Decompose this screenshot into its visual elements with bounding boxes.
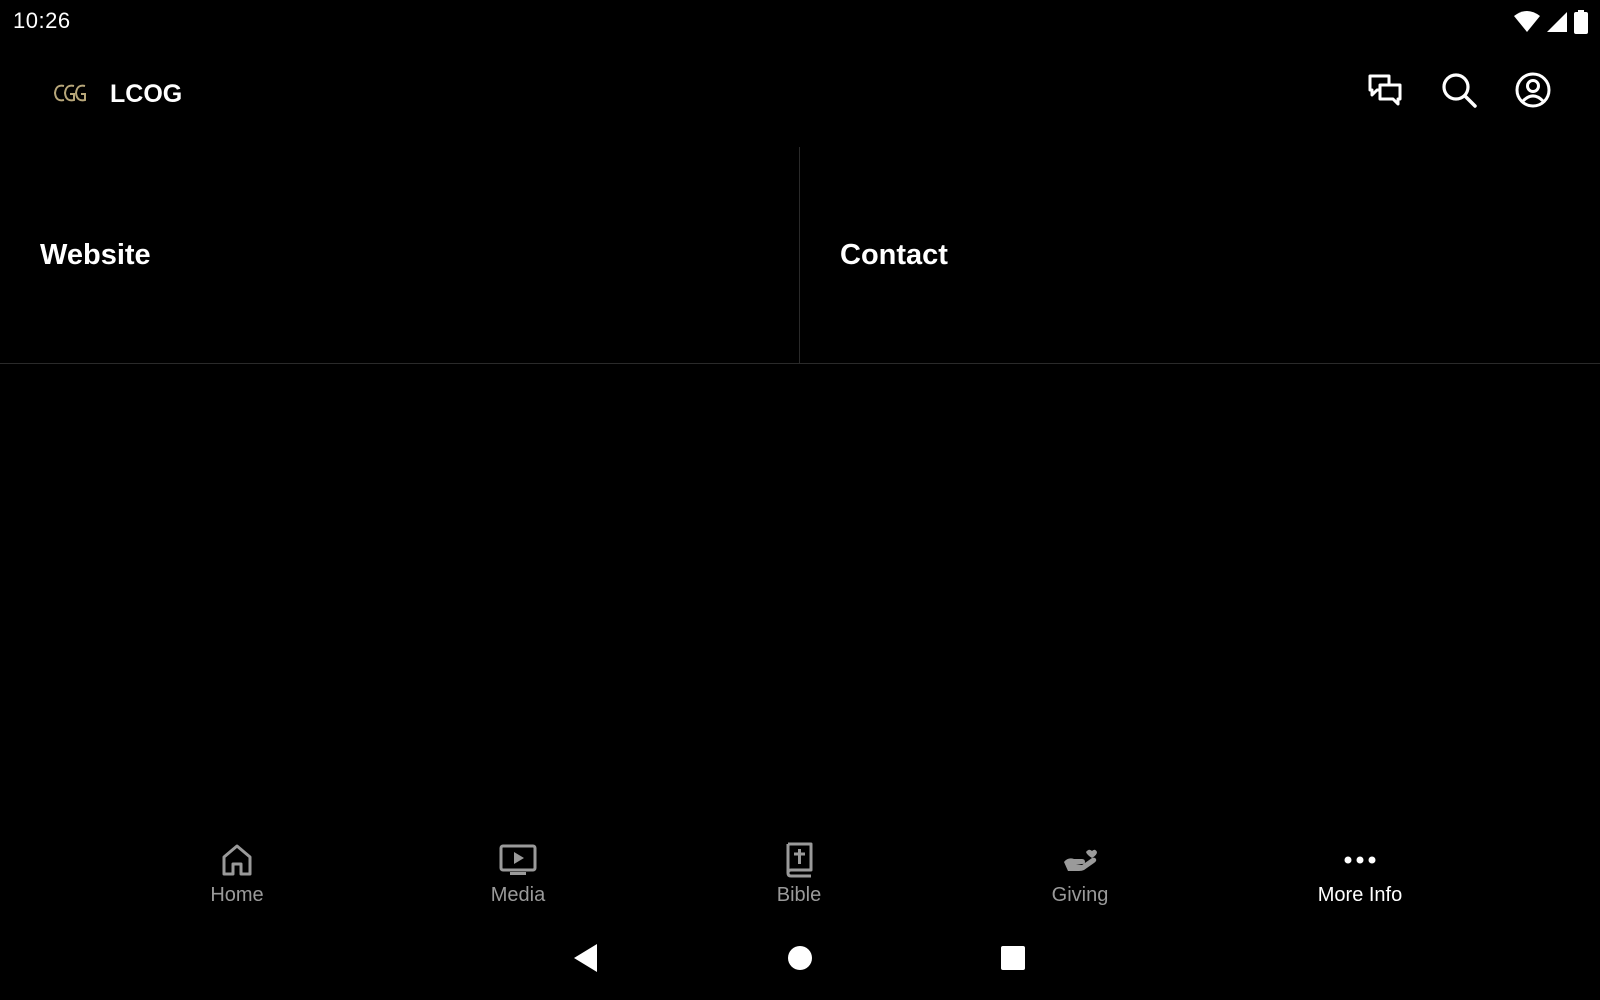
nav-label: Home bbox=[210, 884, 264, 906]
app-bar: LCOG bbox=[0, 60, 1600, 126]
battery-icon bbox=[1574, 10, 1588, 34]
home-icon bbox=[217, 840, 257, 880]
nav-item-more-info[interactable]: More Info bbox=[1280, 840, 1440, 916]
nav-item-media[interactable]: Media bbox=[438, 840, 598, 916]
chat-button[interactable] bbox=[1366, 73, 1404, 111]
bottom-nav: Home Media Bible Giving More Info bbox=[0, 830, 1600, 920]
tile-label: Website bbox=[40, 239, 151, 271]
nav-item-giving[interactable]: Giving bbox=[1000, 840, 1160, 916]
nav-label: Bible bbox=[776, 884, 822, 906]
status-bar: 10:26 bbox=[0, 0, 1600, 42]
recents-icon bbox=[1000, 945, 1026, 976]
nav-item-bible[interactable]: Bible bbox=[719, 840, 879, 916]
tile-contact[interactable]: Contact bbox=[800, 147, 1600, 363]
system-recents-button[interactable] bbox=[998, 945, 1028, 975]
nav-label: Media bbox=[490, 884, 546, 906]
account-button[interactable] bbox=[1514, 72, 1552, 113]
nav-item-home[interactable]: Home bbox=[157, 840, 317, 916]
tile-label: Contact bbox=[840, 239, 948, 271]
status-time: 10:26 bbox=[13, 8, 71, 33]
back-icon bbox=[573, 943, 599, 978]
wifi-icon bbox=[1514, 11, 1540, 33]
search-button[interactable] bbox=[1440, 72, 1478, 113]
lcog-logo-icon bbox=[52, 80, 88, 106]
app-actions bbox=[1366, 72, 1552, 113]
nav-label: More Info bbox=[1317, 884, 1403, 906]
media-icon bbox=[498, 840, 538, 880]
system-back-button[interactable] bbox=[571, 943, 601, 978]
nav-label: Giving bbox=[1051, 884, 1109, 906]
account-icon bbox=[1515, 72, 1551, 113]
system-home-button[interactable] bbox=[785, 945, 815, 975]
app-title: LCOG bbox=[110, 80, 183, 108]
cell-signal-icon bbox=[1546, 11, 1568, 33]
more-icon bbox=[1340, 840, 1380, 880]
giving-icon bbox=[1060, 840, 1100, 880]
tile-website[interactable]: Website bbox=[0, 147, 800, 363]
bible-icon bbox=[779, 840, 819, 880]
status-icons bbox=[1514, 10, 1588, 34]
app-screen: 10:26 LCOG Website Contact Home Media Bi… bbox=[0, 0, 1600, 1000]
home-circle-icon bbox=[787, 945, 813, 976]
tile-grid: Website Contact bbox=[0, 147, 1600, 364]
chat-icon bbox=[1367, 73, 1403, 112]
search-icon bbox=[1441, 72, 1477, 113]
system-nav-bar bbox=[0, 935, 1600, 985]
